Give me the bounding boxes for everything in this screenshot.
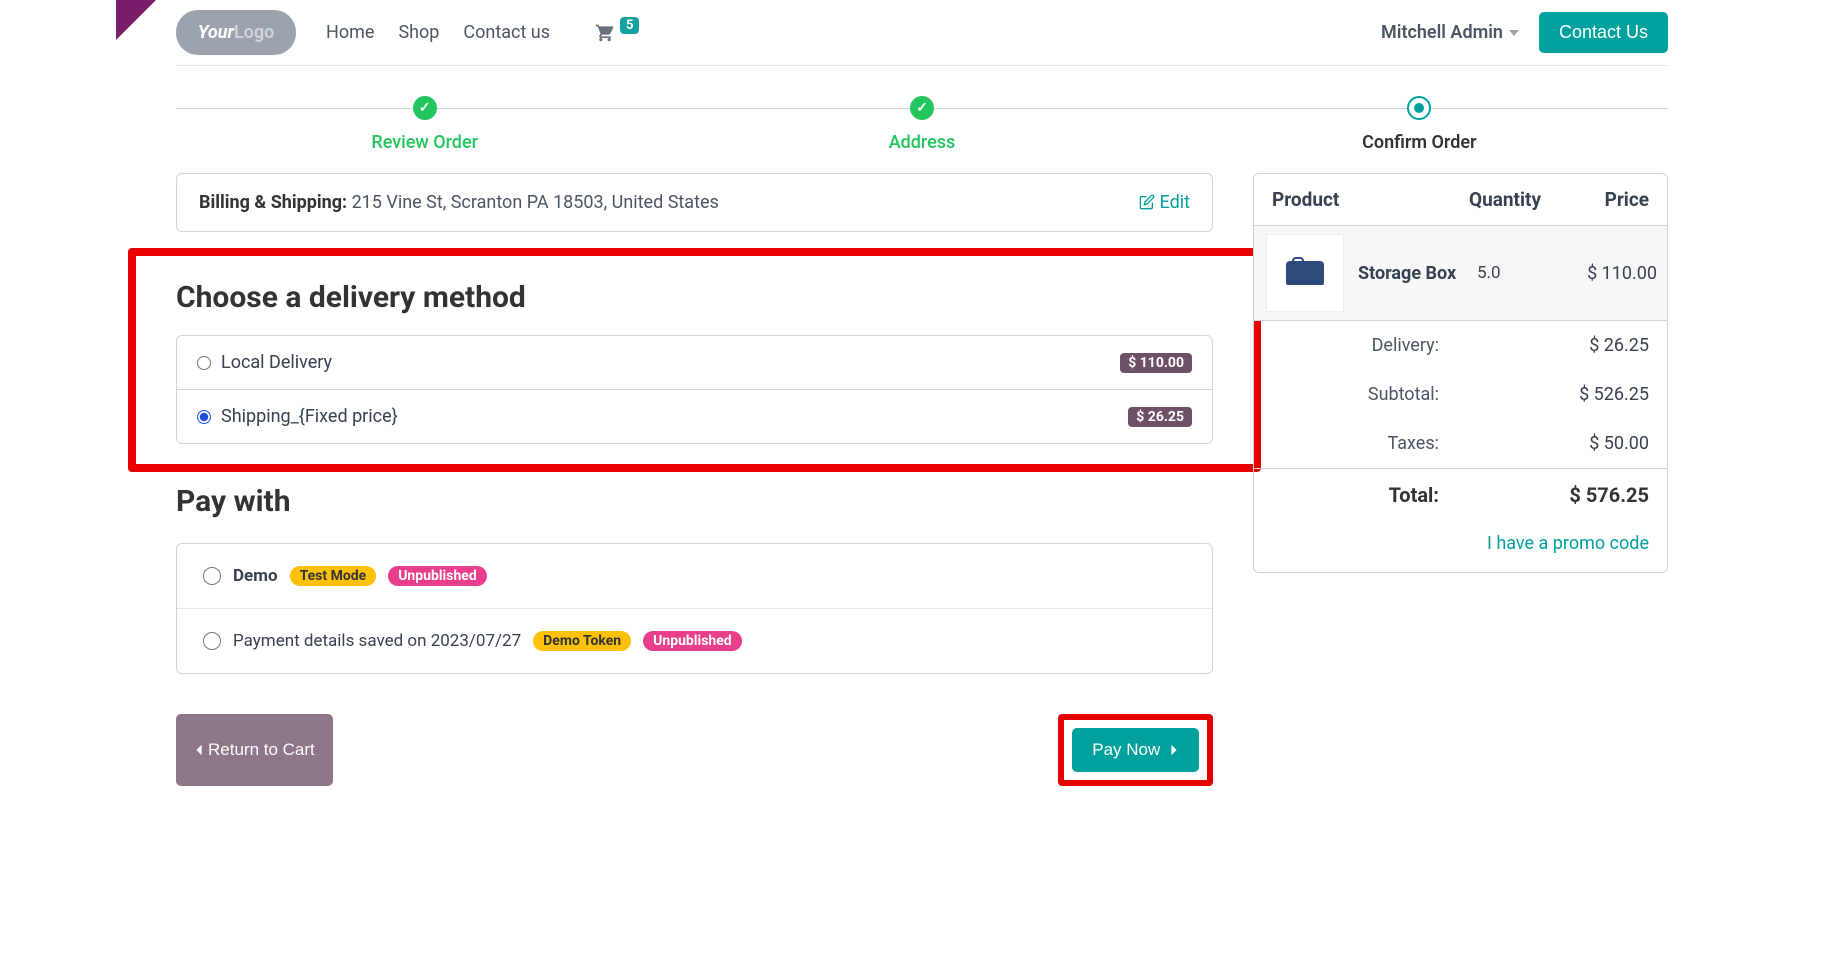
demo-token-badge: Demo Token	[533, 631, 631, 651]
summary-delivery-label: Delivery:	[1372, 335, 1439, 356]
caret-down-icon	[1509, 30, 1519, 36]
chevron-right-icon	[1169, 743, 1179, 757]
delivery-option-local[interactable]: Local Delivery $ 110.00	[177, 336, 1212, 390]
user-menu[interactable]: Mitchell Admin	[1381, 22, 1519, 43]
summary-col-product: Product	[1272, 188, 1469, 211]
logo[interactable]: YourLogo	[176, 10, 296, 55]
address-card: Billing & Shipping: 215 Vine St, Scranto…	[176, 173, 1213, 232]
summary-subtotal-val: $ 526.25	[1559, 384, 1649, 405]
pay-heading: Pay with	[176, 484, 1213, 519]
summary-subtotal-label: Subtotal:	[1368, 384, 1439, 405]
price-badge: $ 26.25	[1128, 407, 1192, 427]
nav-home[interactable]: Home	[326, 22, 374, 43]
price-badge: $ 110.00	[1120, 353, 1192, 373]
delivery-radio-shipping[interactable]	[197, 410, 211, 424]
header: YourLogo Home Shop Contact us 5 Mitchell…	[176, 0, 1668, 66]
payment-option-saved[interactable]: Payment details saved on 2023/07/27 Demo…	[177, 609, 1212, 673]
pay-now-button[interactable]: Pay Now	[1072, 728, 1199, 772]
edit-address-link[interactable]: Edit	[1139, 192, 1190, 213]
delivery-radio-local[interactable]	[197, 356, 211, 370]
delivery-heading: Choose a delivery method	[176, 280, 1213, 315]
unpublished-badge: Unpublished	[643, 631, 742, 651]
contact-us-button[interactable]: Contact Us	[1539, 12, 1668, 53]
address-label: Billing & Shipping:	[199, 192, 347, 213]
summary-taxes-label: Taxes:	[1388, 433, 1440, 454]
check-icon	[413, 96, 437, 120]
nav-contact[interactable]: Contact us	[463, 22, 550, 43]
test-mode-badge: Test Mode	[290, 566, 377, 586]
product-image	[1266, 234, 1344, 312]
chevron-left-icon	[194, 743, 204, 757]
nav-shop[interactable]: Shop	[398, 22, 439, 43]
summary-total-label: Total:	[1389, 483, 1439, 507]
corner-tag	[116, 0, 156, 40]
wizard-step-review[interactable]: Review Order	[176, 96, 673, 153]
payment-radio-demo[interactable]	[203, 567, 221, 585]
cart-icon	[594, 23, 616, 43]
delivery-option-shipping[interactable]: Shipping_{Fixed price} $ 26.25	[177, 390, 1212, 443]
current-step-icon	[1407, 96, 1431, 120]
return-to-cart-button[interactable]: Return to Cart	[176, 714, 333, 786]
delivery-highlight: Choose a delivery method Local Delivery …	[128, 248, 1261, 472]
unpublished-badge: Unpublished	[388, 566, 487, 586]
payment-list: Demo Test Mode Unpublished Payment detai…	[176, 543, 1213, 674]
payment-radio-saved[interactable]	[203, 632, 221, 650]
wizard-step-confirm: Confirm Order	[1171, 96, 1668, 153]
summary-total-val: $ 576.25	[1559, 483, 1649, 507]
summary-delivery-val: $ 26.25	[1559, 335, 1649, 356]
cart-badge: 5	[620, 17, 639, 34]
delivery-list: Local Delivery $ 110.00 Shipping_{Fixed …	[176, 335, 1213, 444]
order-summary: Product Quantity Price Storage Box 5.0 $…	[1253, 173, 1668, 573]
cart-button[interactable]: 5	[594, 23, 639, 43]
paynow-highlight: Pay Now	[1058, 714, 1213, 786]
storage-box-icon	[1286, 261, 1324, 285]
checkout-wizard: Review Order Address Confirm Order	[176, 96, 1668, 153]
summary-col-qty: Quantity	[1469, 188, 1569, 211]
promo-code-link[interactable]: I have a promo code	[1487, 533, 1649, 554]
address-text: 215 Vine St, Scranton PA 18503, United S…	[352, 192, 719, 213]
edit-icon	[1139, 194, 1155, 210]
summary-taxes-val: $ 50.00	[1559, 433, 1649, 454]
wizard-step-address[interactable]: Address	[673, 96, 1170, 153]
summary-item: Storage Box 5.0 $ 110.00	[1254, 225, 1667, 320]
check-icon	[910, 96, 934, 120]
summary-col-price: Price	[1569, 188, 1649, 211]
payment-option-demo[interactable]: Demo Test Mode Unpublished	[177, 544, 1212, 609]
